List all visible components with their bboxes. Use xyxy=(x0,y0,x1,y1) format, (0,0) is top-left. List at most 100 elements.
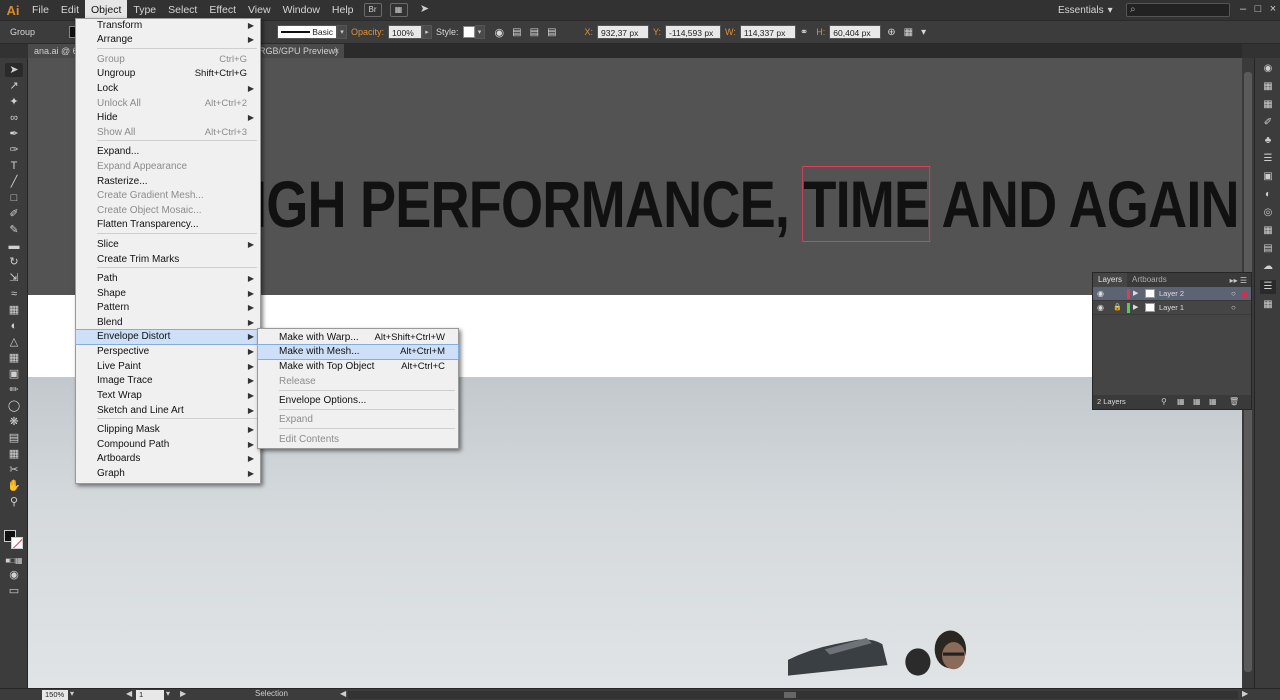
screen-mode-icon[interactable]: ▭ xyxy=(5,584,23,598)
close-icon[interactable]: × xyxy=(334,44,339,58)
expand-triangle-icon[interactable]: ▶ xyxy=(1133,287,1138,301)
mesh-tool-icon[interactable]: ▦ xyxy=(5,351,23,365)
lock-icon[interactable]: 🔒 xyxy=(1113,301,1122,315)
menu-item-group[interactable]: Group Ctrl+G xyxy=(76,53,260,67)
width-field[interactable]: 114,337 px xyxy=(739,25,796,39)
transparency-panel-icon[interactable]: ◐ xyxy=(1260,188,1276,202)
recolor-icon[interactable]: ◉ xyxy=(495,26,505,39)
target-circle-icon[interactable]: ○ xyxy=(1231,301,1236,315)
menu-item-image-trace[interactable]: Image Trace ▶ xyxy=(76,374,260,388)
target-circle-icon[interactable]: ○ xyxy=(1231,287,1236,301)
menu-item-artboards[interactable]: Artboards ▶ xyxy=(76,452,260,466)
delete-layer-icon[interactable]: 🗑 xyxy=(1229,395,1239,409)
menu-item-expand-appearance[interactable]: Expand Appearance xyxy=(76,160,260,174)
menu-item-graph[interactable]: Graph ▶ xyxy=(76,467,260,481)
menu-item-envelope-distort[interactable]: Envelope Distort ▶ xyxy=(75,329,261,345)
selection-indicator[interactable] xyxy=(1241,291,1247,297)
y-field[interactable]: -114,593 px xyxy=(665,25,722,39)
visibility-eye-icon[interactable]: ◉ xyxy=(1097,287,1104,301)
submenu-item-envelope-options[interactable]: Envelope Options... xyxy=(258,394,458,408)
opacity-label[interactable]: Opacity: xyxy=(351,27,384,37)
eraser-tool-icon[interactable]: ▬ xyxy=(5,239,23,253)
line-tool-icon[interactable]: ╱ xyxy=(5,175,23,189)
shape-builder-tool-icon[interactable]: ◐ xyxy=(5,319,23,333)
visibility-eye-icon[interactable]: ◉ xyxy=(1097,301,1104,315)
constrain-proportions-icon[interactable]: ⚭ xyxy=(800,27,808,38)
layer-row[interactable]: ◉ 🔒 ▶ Layer 1 ○ xyxy=(1093,301,1251,315)
menu-item-ungroup[interactable]: Ungroup Shift+Ctrl+G xyxy=(76,67,260,81)
workspace-switcher[interactable]: Essentials ▾ xyxy=(1058,3,1120,17)
menu-object[interactable]: Object xyxy=(85,0,128,20)
menu-item-compound-path[interactable]: Compound Path ▶ xyxy=(76,438,260,452)
brushes-panel-icon[interactable]: ✐ xyxy=(1260,116,1276,130)
menu-select[interactable]: Select xyxy=(162,0,203,20)
lasso-tool-icon[interactable]: ∞ xyxy=(5,111,23,125)
artboard-tool-icon[interactable]: ▦ xyxy=(5,447,23,461)
free-transform-tool-icon[interactable]: ▦ xyxy=(5,303,23,317)
menu-effect[interactable]: Effect xyxy=(203,0,242,20)
align-to-icon[interactable]: ▤ xyxy=(547,27,556,38)
artboards-panel-icon[interactable]: ▦ xyxy=(1260,298,1276,312)
direct-selection-tool-icon[interactable]: ↗ xyxy=(5,79,23,93)
gradient-tool-icon[interactable]: ▣ xyxy=(5,367,23,381)
menu-edit[interactable]: Edit xyxy=(55,0,85,20)
menu-item-rasterize[interactable]: Rasterize... xyxy=(76,175,260,189)
perspective-grid-tool-icon[interactable]: △ xyxy=(5,335,23,349)
stroke-panel-icon[interactable]: ☰ xyxy=(1260,152,1276,166)
chevron-down-icon[interactable]: ▾ xyxy=(166,689,170,698)
stroke-color-swatch[interactable] xyxy=(11,537,23,549)
first-artboard-icon[interactable]: ◀ xyxy=(126,689,132,698)
color-guide-icon[interactable]: ▦ xyxy=(1260,80,1276,94)
panel-menu-icon[interactable]: ▸▸ ☰ xyxy=(1230,276,1251,285)
search-help-input[interactable] xyxy=(1126,3,1230,17)
menu-item-text-wrap[interactable]: Text Wrap ▶ xyxy=(76,389,260,403)
isolate-group-icon[interactable]: ▦ xyxy=(904,27,913,38)
menu-item-create-trim-marks[interactable]: Create Trim Marks xyxy=(76,253,260,267)
eyedropper-tool-icon[interactable]: ✏ xyxy=(5,383,23,397)
menu-item-create-object-mosaic[interactable]: Create Object Mosaic... xyxy=(76,204,260,218)
selection-tool-icon[interactable]: ➤ xyxy=(5,63,23,77)
menu-item-expand[interactable]: Expand... xyxy=(76,145,260,159)
swatches-panel-icon[interactable]: ▦ xyxy=(1260,98,1276,112)
menu-item-perspective[interactable]: Perspective ▶ xyxy=(76,345,260,359)
opacity-field[interactable]: 100% xyxy=(388,25,423,39)
menu-item-shape[interactable]: Shape ▶ xyxy=(76,287,260,301)
panel-menu-icon[interactable]: ▾ xyxy=(921,27,926,38)
scale-tool-icon[interactable]: ⇲ xyxy=(5,271,23,285)
close-window-button[interactable]: × xyxy=(1266,2,1280,16)
align-panel-icon[interactable]: ▤ xyxy=(1260,242,1276,256)
zoom-level-field[interactable]: 150% xyxy=(42,690,68,700)
magic-wand-tool-icon[interactable]: ✦ xyxy=(5,95,23,109)
submenu-item-make-with-top-object[interactable]: Make with Top Object Alt+Ctrl+C xyxy=(258,360,458,374)
menu-item-blend[interactable]: Blend ▶ xyxy=(76,316,260,330)
menu-item-clipping-mask[interactable]: Clipping Mask ▶ xyxy=(76,423,260,437)
expand-triangle-icon[interactable]: ▶ xyxy=(1133,301,1138,315)
submenu-item-edit-contents[interactable]: Edit Contents xyxy=(258,433,458,447)
slice-tool-icon[interactable]: ✂ xyxy=(5,463,23,477)
zoom-tool-icon[interactable]: ⚲ xyxy=(5,495,23,509)
hand-tool-icon[interactable]: ✋ xyxy=(5,479,23,493)
layer-name[interactable]: Layer 1 xyxy=(1159,301,1184,315)
symbol-sprayer-tool-icon[interactable]: ❋ xyxy=(5,415,23,429)
x-field[interactable]: 932,37 px xyxy=(597,25,650,39)
tab-artboards[interactable]: Artboards xyxy=(1127,273,1172,287)
horizontal-scroll-thumb[interactable] xyxy=(784,692,796,698)
chevron-down-icon[interactable]: ▾ xyxy=(474,25,485,39)
align-icon[interactable]: ▤ xyxy=(512,27,521,38)
menu-item-live-paint[interactable]: Live Paint ▶ xyxy=(76,360,260,374)
menu-item-flatten-transparency[interactable]: Flatten Transparency... xyxy=(76,218,260,232)
gpu-performance-icon[interactable]: ➤ xyxy=(416,3,434,17)
menu-item-transform[interactable]: Transform ▶ xyxy=(76,19,260,33)
color-panel-icon[interactable]: ◉ xyxy=(1260,62,1276,76)
menu-file[interactable]: File xyxy=(26,0,55,20)
locate-object-icon[interactable]: ⚲ xyxy=(1161,395,1167,409)
layers-panel-icon[interactable]: ☰ xyxy=(1260,280,1276,294)
menu-item-hide[interactable]: Hide ▶ xyxy=(76,111,260,125)
bridge-icon[interactable]: Br xyxy=(363,3,382,17)
submenu-item-release[interactable]: Release xyxy=(258,375,458,389)
submenu-item-expand[interactable]: Expand xyxy=(258,413,458,427)
new-layer-icon[interactable]: ▦ xyxy=(1209,395,1217,409)
menu-type[interactable]: Type xyxy=(127,0,162,20)
menu-item-path[interactable]: Path ▶ xyxy=(76,272,260,286)
menu-view[interactable]: View xyxy=(242,0,277,20)
